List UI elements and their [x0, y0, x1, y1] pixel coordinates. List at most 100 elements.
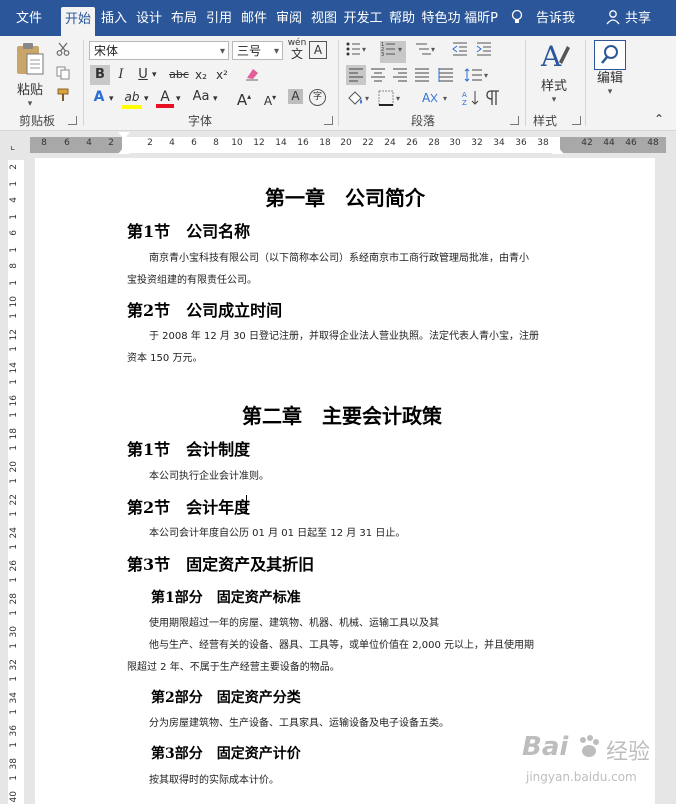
- highlight-button[interactable]: ab: [122, 88, 142, 109]
- justify-icon[interactable]: [414, 68, 430, 88]
- share-button[interactable]: 共享: [622, 6, 654, 34]
- ruler-tick-label: 8: [41, 138, 47, 148]
- styles-button[interactable]: A 样式 ▾: [532, 40, 576, 105]
- horizontal-ruler-area: ⌞ 8 6 4 2 2 4 6 8 10 12 14 16 18 20 22 24 26 28 30 32 34 36 38…: [0, 131, 676, 158]
- font-group-label: 字体: [187, 114, 212, 128]
- font-launcher-icon[interactable]: [324, 116, 333, 125]
- tab-11[interactable]: 特色功: [421, 6, 461, 34]
- copy-icon[interactable]: [56, 66, 70, 86]
- clipboard-launcher-icon[interactable]: [68, 116, 77, 125]
- tab-10[interactable]: 帮助: [386, 6, 418, 34]
- bullets-icon[interactable]: ▾: [346, 42, 368, 62]
- numbering-icon[interactable]: 1 2 3 ▾: [380, 41, 406, 63]
- align-left-icon[interactable]: [346, 65, 366, 85]
- vruler-tick-label: 1: [9, 774, 19, 781]
- clipboard-group-label: 剪贴板: [18, 114, 55, 128]
- tab-0[interactable]: 文件: [3, 6, 55, 34]
- watermark-url: jingyan.baidu.com: [526, 770, 637, 784]
- sort-icon[interactable]: AZ: [462, 90, 480, 112]
- right-indent-marker[interactable]: [552, 147, 564, 154]
- tab-3[interactable]: 设计: [133, 6, 165, 34]
- vruler-tick-label: 30: [9, 626, 19, 638]
- ruler-tick-label: 16: [297, 138, 309, 148]
- lightbulb-icon[interactable]: [510, 9, 524, 29]
- decrease-indent-icon[interactable]: [452, 42, 468, 62]
- shading-icon[interactable]: ▾: [346, 90, 372, 112]
- font-color-button[interactable]: A: [156, 88, 174, 108]
- text-effects-icon[interactable]: A: [90, 88, 108, 106]
- distributed-icon[interactable]: [438, 68, 454, 88]
- editing-button[interactable]: 编辑 ▾: [592, 40, 628, 100]
- tab-selector-icon[interactable]: ⌞: [10, 139, 15, 152]
- line-spacing-icon[interactable]: ▾: [464, 68, 490, 88]
- document-page[interactable]: 第一章 公司简介 第1节 公司名称 南京青小宝科技有限公司（以下简称本公司）系经…: [35, 158, 655, 804]
- phonetic-guide-button[interactable]: wén 文: [287, 38, 307, 61]
- tab-2[interactable]: 插入: [98, 6, 130, 34]
- multilevel-list-icon[interactable]: ▾: [415, 42, 437, 62]
- tab-4[interactable]: 布局: [168, 6, 200, 34]
- chevron-down-icon[interactable]: ▾: [176, 90, 181, 108]
- change-case-button[interactable]: Aa: [190, 88, 212, 106]
- chapter-2-heading: 第二章 主要会计政策: [242, 404, 442, 428]
- section-heading: 第2节 会计年度: [127, 498, 251, 517]
- paragraph-launcher-icon[interactable]: [510, 116, 519, 125]
- group-separator: [83, 40, 84, 126]
- vruler-tick-label: 1: [9, 444, 19, 451]
- tab-9[interactable]: 开发工: [343, 6, 383, 34]
- enclose-characters-button[interactable]: 字: [309, 89, 326, 106]
- ruler-tick-label: 22: [362, 138, 374, 148]
- first-line-indent-marker[interactable]: [118, 132, 130, 139]
- ruler-tick-label: 42: [581, 138, 593, 148]
- align-center-icon[interactable]: [370, 68, 386, 88]
- character-border-button[interactable]: A: [309, 41, 327, 59]
- ruler-tick-label: 28: [428, 138, 440, 148]
- cut-icon[interactable]: [56, 42, 70, 62]
- ruler-tick-label: 10: [231, 138, 243, 148]
- borders-icon[interactable]: ▾: [378, 90, 404, 112]
- vruler-tick-label: 16: [9, 395, 19, 407]
- subscript-button[interactable]: x₂: [193, 66, 209, 84]
- clipboard-icon: [17, 43, 44, 75]
- grow-font-button[interactable]: A▴: [236, 88, 252, 109]
- ruler-tick-label: 14: [275, 138, 287, 148]
- tab-6[interactable]: 邮件: [238, 6, 270, 34]
- section-heading: 第1节 公司名称: [127, 222, 251, 241]
- ruler-tick-label: 4: [86, 138, 92, 148]
- increase-indent-icon[interactable]: [476, 42, 492, 62]
- vruler-tick-label: 38: [9, 758, 19, 770]
- font-size-value: 三号: [237, 44, 262, 58]
- format-painter-icon[interactable]: [56, 88, 70, 108]
- paste-button[interactable]: 粘贴 ▾: [12, 42, 48, 109]
- tab-5[interactable]: 引用: [203, 6, 235, 34]
- bold-button[interactable]: B: [90, 65, 110, 85]
- vertical-ruler[interactable]: 2 1 4 1 6 1 8 1 10 1 12 1 14 1 16 1 18 1 20 1 22 1 24 1 26 1 28 1 30…: [8, 160, 24, 804]
- chinese-layout-icon[interactable]: A ▾: [422, 90, 452, 112]
- clear-formatting-icon[interactable]: [244, 66, 260, 88]
- underline-button[interactable]: U: [136, 66, 150, 84]
- superscript-button[interactable]: x²: [214, 66, 230, 84]
- strikethrough-button[interactable]: abc: [168, 66, 190, 84]
- part-heading: 第2部分 固定资产分类: [151, 690, 301, 706]
- tab-1[interactable]: 开始: [61, 7, 95, 36]
- hanging-indent-marker[interactable]: [118, 147, 130, 154]
- font-size-combobox[interactable]: 三号 ▾: [232, 41, 283, 60]
- chevron-down-icon[interactable]: ▾: [152, 66, 157, 84]
- svg-text:A: A: [422, 91, 431, 105]
- paste-dropdown-icon[interactable]: ▾: [12, 100, 48, 109]
- chevron-down-icon[interactable]: ▾: [144, 90, 149, 108]
- italic-button[interactable]: I: [114, 66, 128, 84]
- styles-launcher-icon[interactable]: [572, 116, 581, 125]
- chevron-down-icon[interactable]: ▾: [213, 90, 218, 108]
- align-right-icon[interactable]: [392, 68, 408, 88]
- collapse-ribbon-icon[interactable]: ⌃: [654, 110, 664, 128]
- tab-8[interactable]: 视图: [308, 6, 340, 34]
- tell-me-box[interactable]: 告诉我: [533, 6, 578, 34]
- shrink-font-button[interactable]: A▾: [262, 89, 278, 110]
- tab-12[interactable]: 福昕P: [463, 6, 499, 34]
- chevron-down-icon[interactable]: ▾: [109, 90, 114, 108]
- tab-7[interactable]: 审阅: [273, 6, 305, 34]
- font-name-combobox[interactable]: 宋体 ▾: [89, 41, 229, 60]
- show-marks-icon[interactable]: [486, 90, 500, 112]
- character-shading-button[interactable]: A: [288, 89, 303, 104]
- highlight-label: ab: [124, 90, 140, 104]
